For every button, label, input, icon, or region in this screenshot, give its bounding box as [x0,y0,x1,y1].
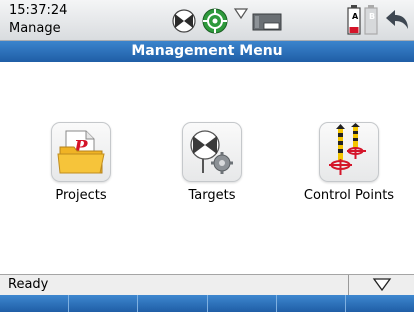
softkey-2[interactable] [69,295,139,312]
battery-a-label: A [352,12,359,21]
clock-time: 15:37:24 [9,3,68,18]
softkey-5[interactable] [276,295,346,312]
control-points-tile[interactable]: Control Points [294,122,404,212]
softkey-bar [0,295,414,312]
control-points-label: Control Points [303,188,395,203]
targets-prism-icon [182,122,242,182]
projects-label: Projects [55,188,107,203]
targets-label: Targets [188,188,236,203]
status-bar: Ready [0,274,414,295]
header-right-icons: A B [344,0,414,40]
status-text: Ready [8,277,49,292]
prism-icon[interactable] [172,9,196,37]
softkey-4[interactable] [207,295,277,312]
softkey-6[interactable] [345,295,414,312]
status-divider [348,275,349,295]
status-dropdown-button[interactable] [352,275,412,295]
targets-tile[interactable]: Targets [157,122,267,212]
projects-tile[interactable]: P Projects [26,122,136,212]
target-lock-icon[interactable] [202,8,228,38]
softkey-1[interactable] [0,295,70,312]
wireless-icon[interactable] [233,6,249,25]
app-name: Manage [9,21,61,36]
control-points-icon [319,122,379,182]
projects-folder-icon: P [51,122,111,182]
triangle-down-icon [372,278,392,292]
back-arrow-icon[interactable] [384,8,410,36]
page-title: Management Menu [0,41,414,62]
battery-b-icon[interactable] [364,5,378,39]
battery-b-label: B [369,12,376,21]
instrument-icon[interactable] [252,12,282,36]
battery-a-icon[interactable] [347,5,361,39]
softkey-3[interactable] [138,295,208,312]
top-status-bar: 15:37:24 Manage A B [0,0,414,41]
